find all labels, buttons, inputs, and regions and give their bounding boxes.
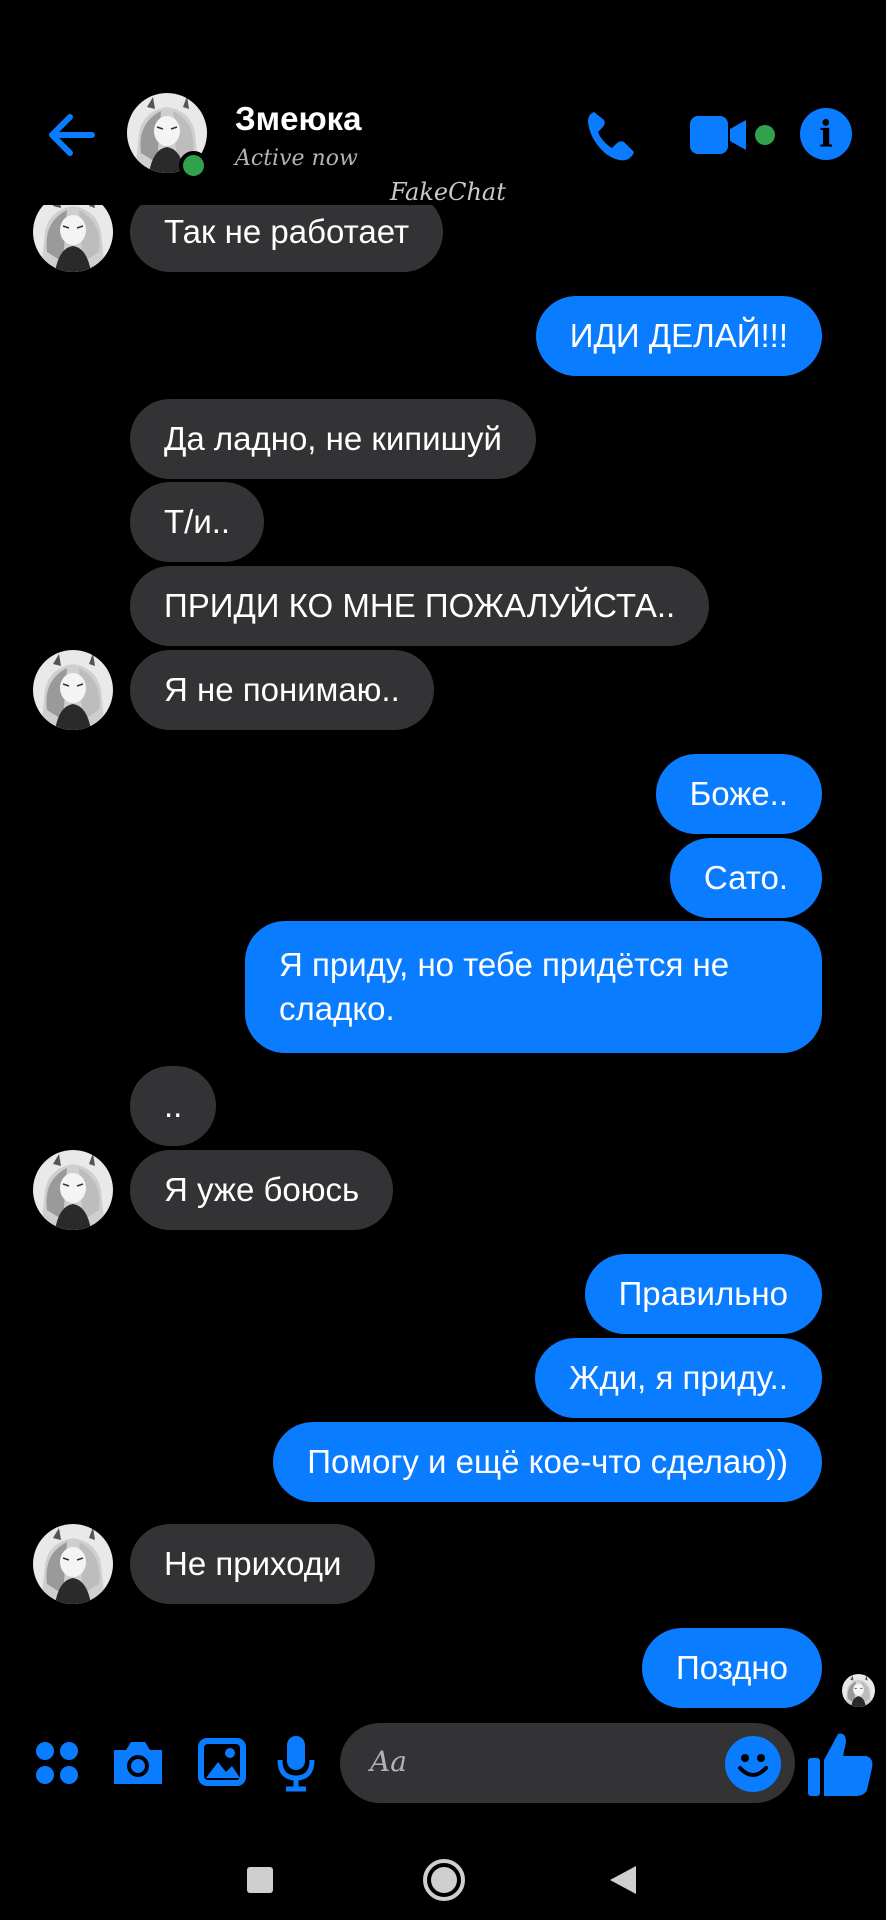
outgoing-message[interactable]: Помогу и ещё кое-что сделаю))	[273, 1422, 822, 1502]
incoming-message[interactable]: Да ладно, не кипишуй	[130, 399, 536, 479]
video-online-dot	[755, 125, 775, 145]
incoming-message[interactable]: Т/и..	[130, 482, 265, 562]
recent-apps-icon[interactable]	[246, 1866, 274, 1894]
home-icon[interactable]	[422, 1858, 466, 1902]
incoming-message[interactable]: ПРИДИ КО МНЕ ПОЖАЛУЙСТА..	[130, 566, 710, 646]
outgoing-message[interactable]: ИДИ ДЕЛАЙ!!!	[535, 296, 822, 376]
video-camera-icon[interactable]	[688, 112, 748, 158]
apps-icon[interactable]	[34, 1740, 80, 1786]
message-avatar[interactable]	[33, 1150, 113, 1230]
incoming-message[interactable]: ..	[130, 1066, 217, 1146]
incoming-message[interactable]: Я не понимаю..	[130, 650, 434, 730]
microphone-icon[interactable]	[276, 1734, 316, 1792]
message-avatar[interactable]	[33, 1524, 113, 1604]
outgoing-message[interactable]: Сато.	[669, 838, 822, 918]
gallery-icon[interactable]	[196, 1736, 248, 1788]
online-indicator	[179, 151, 208, 180]
outgoing-message[interactable]: Правильно	[584, 1254, 822, 1334]
back-nav-icon[interactable]	[608, 1864, 638, 1896]
info-icon[interactable]: i	[800, 108, 852, 160]
outgoing-message[interactable]: Боже..	[655, 754, 822, 834]
outgoing-message[interactable]: Я приду, но тебе придётся не сладко.	[245, 921, 822, 1053]
emoji-icon[interactable]	[725, 1736, 781, 1792]
thumbs-up-icon[interactable]	[806, 1728, 876, 1798]
contact-name[interactable]: Змеюка	[235, 100, 362, 138]
active-status: Active now	[235, 146, 358, 171]
message-avatar[interactable]	[33, 650, 113, 730]
phone-icon[interactable]	[580, 106, 640, 166]
seen-avatar	[842, 1674, 875, 1707]
system-nav-bar	[0, 1812, 886, 1920]
watermark: FakeChat	[390, 178, 506, 206]
camera-icon[interactable]	[110, 1738, 166, 1788]
outgoing-message[interactable]: Поздно	[642, 1628, 822, 1708]
message-input-placeholder: Aa	[370, 1745, 407, 1778]
incoming-message[interactable]: Я уже боюсь	[130, 1150, 394, 1230]
incoming-message[interactable]: Не приходи	[130, 1524, 376, 1604]
outgoing-message[interactable]: Жди, я приду..	[535, 1338, 822, 1418]
back-arrow-icon[interactable]	[42, 105, 102, 165]
chat-header: Змеюка Active now i	[0, 0, 886, 205]
